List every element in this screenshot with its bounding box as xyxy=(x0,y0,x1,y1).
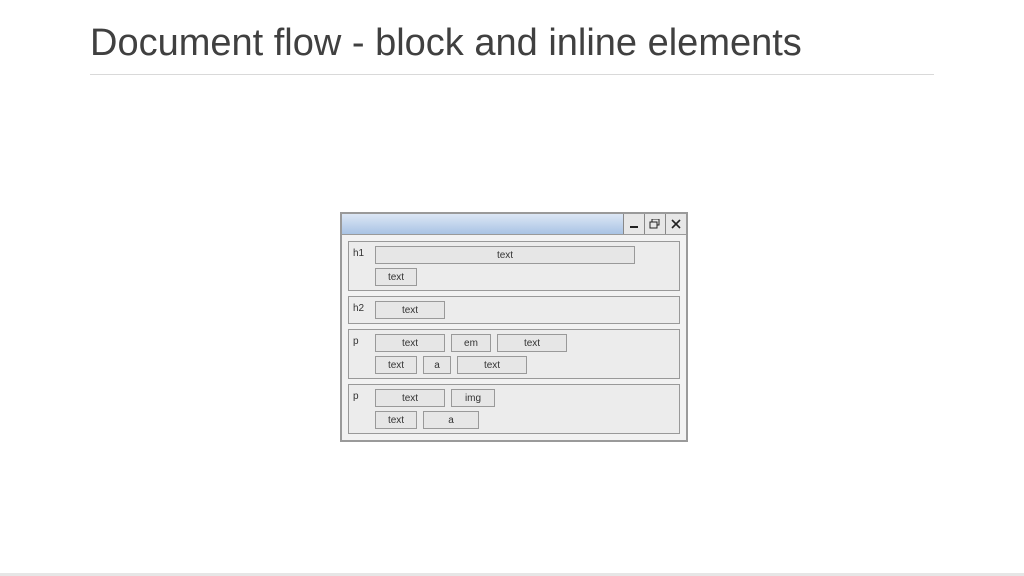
window-titlebar xyxy=(342,214,686,235)
block-tag-label: h2 xyxy=(353,301,375,314)
block-lines: text xyxy=(375,301,675,319)
block-tag-label: h1 xyxy=(353,246,375,259)
inline-element: a xyxy=(423,356,451,374)
inline-element: text xyxy=(375,356,417,374)
block-tag-label: p xyxy=(353,334,375,347)
block-tag-label: p xyxy=(353,389,375,402)
window-body: h1texttexth2textptextemtexttextatextptex… xyxy=(342,235,686,440)
line-box: text xyxy=(375,301,675,319)
close-icon[interactable] xyxy=(665,214,686,234)
line-box: textatext xyxy=(375,356,675,374)
block-element: h1text text xyxy=(348,241,680,291)
line-box: text xyxy=(375,268,675,286)
diagram-window: h1texttexth2textptextemtexttextatextptex… xyxy=(340,212,688,442)
block-lines: text text xyxy=(375,246,675,286)
line-box: textimg xyxy=(375,389,675,407)
line-box: textemtext xyxy=(375,334,675,352)
line-box: text xyxy=(375,246,675,264)
restore-icon[interactable] xyxy=(644,214,665,234)
block-element: ptextemtexttextatext xyxy=(348,329,680,379)
inline-element: text xyxy=(375,268,417,286)
inline-element: text xyxy=(375,246,635,264)
line-box: texta xyxy=(375,411,675,429)
inline-element: em xyxy=(451,334,491,352)
inline-element: a xyxy=(423,411,479,429)
block-lines: textimgtexta xyxy=(375,389,675,429)
block-element: h2text xyxy=(348,296,680,324)
inline-element: text xyxy=(497,334,567,352)
slide-title: Document flow - block and inline element… xyxy=(90,22,934,66)
inline-element: text xyxy=(375,411,417,429)
block-element: ptextimgtexta xyxy=(348,384,680,434)
title-divider xyxy=(90,74,934,75)
inline-element: text xyxy=(375,301,445,319)
inline-element: img xyxy=(451,389,495,407)
inline-element: text xyxy=(375,334,445,352)
inline-element: text xyxy=(457,356,527,374)
block-lines: textemtexttextatext xyxy=(375,334,675,374)
inline-element: text xyxy=(375,389,445,407)
minimize-icon[interactable] xyxy=(623,214,644,234)
